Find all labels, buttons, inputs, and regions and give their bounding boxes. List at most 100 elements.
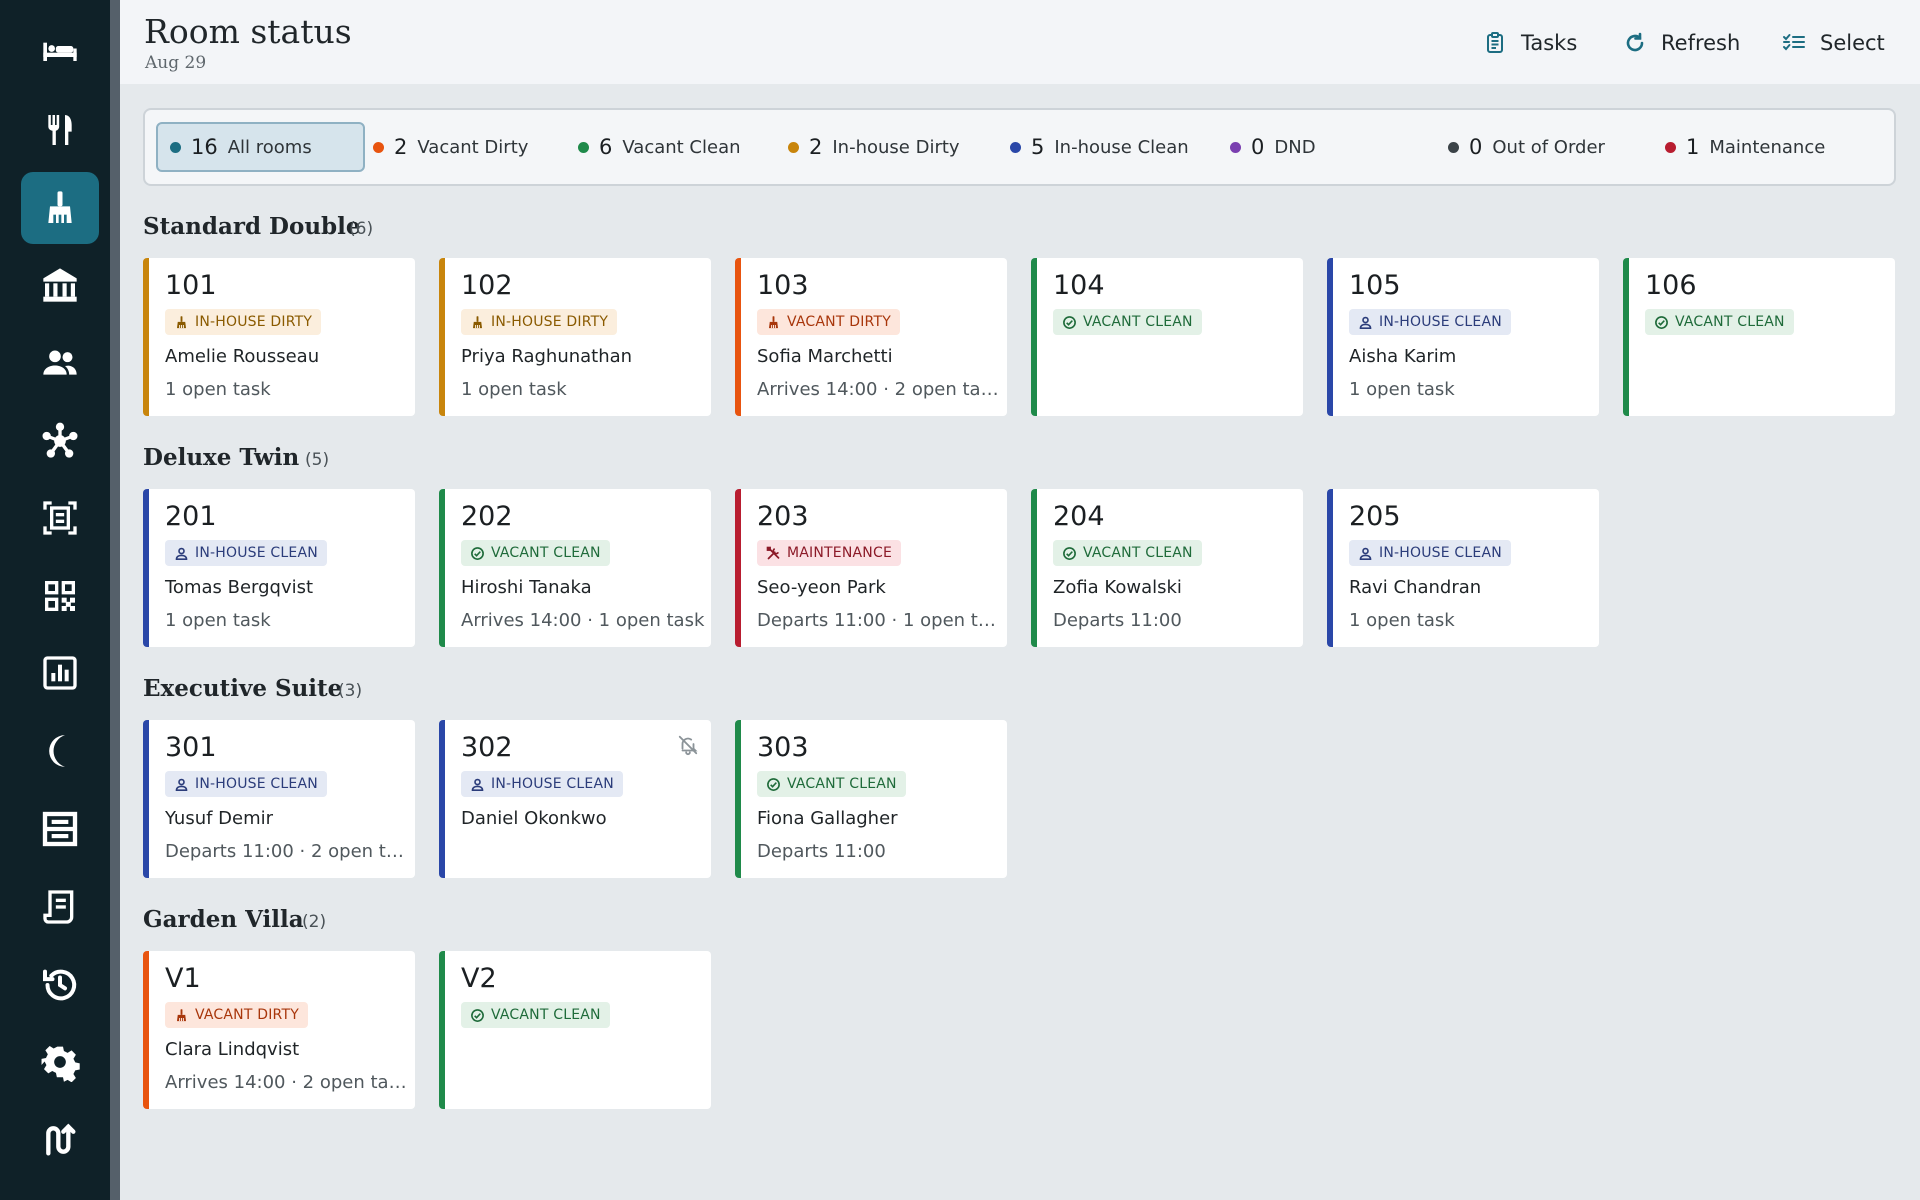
room-card[interactable]: 202 VACANT CLEAN Hiroshi Tanaka Arrives 14:… — [439, 489, 711, 647]
sidebar-nav-dining[interactable] — [21, 94, 99, 166]
filter-label: In-house Dirty — [832, 136, 960, 158]
sidebar-nav-housekeeping[interactable] — [21, 172, 99, 244]
filter-label: Maintenance — [1709, 136, 1826, 158]
status-badge-label: IN-HOUSE CLEAN — [195, 545, 318, 561]
room-number: 303 — [757, 732, 809, 763]
status-badge-label: VACANT CLEAN — [1083, 314, 1193, 330]
filter-chip-dnd[interactable]: 0 DND — [1230, 122, 1380, 172]
room-meta: Arrives 14:00 · 2 open tasks — [165, 1072, 409, 1093]
filter-count: 2 — [394, 135, 408, 159]
filter-label: All rooms — [227, 136, 312, 158]
sidebar-nav-qr-code[interactable] — [21, 560, 99, 632]
status-badge: IN-HOUSE CLEAN — [165, 771, 327, 797]
filter-chip-vacant-dirty[interactable]: 2 Vacant Dirty — [373, 122, 563, 172]
checklist-icon — [1783, 34, 1805, 51]
filter-label: Vacant Clean — [622, 136, 741, 158]
room-card[interactable]: V1 VACANT DIRTY Clara Lindqvist Arrives 14:… — [143, 951, 415, 1109]
filter-chip-in-house-dirty[interactable]: 2 In-house Dirty — [788, 122, 995, 172]
person-icon — [1358, 315, 1373, 330]
status-badge-label: IN-HOUSE CLEAN — [491, 776, 614, 792]
room-card[interactable]: 204 VACANT CLEAN Zofia Kowalski Departs 11:… — [1031, 489, 1303, 647]
bell-off-icon — [677, 734, 699, 756]
guest-name: Fiona Gallagher — [757, 808, 898, 829]
status-badge: VACANT DIRTY — [757, 309, 900, 335]
room-number: V1 — [165, 963, 201, 994]
sidebar-nav-history[interactable] — [21, 949, 99, 1021]
room-card[interactable]: 205 IN-HOUSE CLEAN Ravi Chandran 1 open tas… — [1327, 489, 1599, 647]
sidebar-nav-layout[interactable] — [21, 793, 99, 865]
sidebar-nav-scan[interactable] — [21, 482, 99, 554]
guest-name: Tomas Bergqvist — [165, 577, 314, 598]
status-badge-label: MAINTENANCE — [787, 545, 892, 561]
person-icon — [1358, 546, 1373, 561]
room-card[interactable]: 106 VACANT CLEAN — [1623, 258, 1895, 416]
sidebar-nav-guests[interactable] — [21, 327, 99, 399]
section-title: Garden Villa — [143, 906, 304, 933]
room-meta: Departs 11:00 · 1 open task — [757, 610, 1001, 631]
room-card[interactable]: V2 VACANT CLEAN — [439, 951, 711, 1109]
status-badge-label: IN-HOUSE DIRTY — [491, 314, 609, 330]
filter-label: DND — [1274, 136, 1316, 158]
page-header: Room status Aug 29 Tasks Refresh Select — [120, 0, 1920, 84]
sidebar-nav-night-audit[interactable] — [21, 715, 99, 787]
layout-icon — [40, 809, 80, 849]
room-meta: 1 open task — [461, 379, 567, 400]
filter-count: 1 — [1686, 135, 1700, 159]
filter-chip-vacant-clean[interactable]: 6 Vacant Clean — [578, 122, 773, 172]
status-badge-label: IN-HOUSE CLEAN — [1379, 545, 1502, 561]
room-card[interactable]: 101 IN-HOUSE DIRTY Amelie Rousseau 1 open t… — [143, 258, 415, 416]
room-card[interactable]: 103 VACANT DIRTY Sofia Marchetti Arrives 14… — [735, 258, 1007, 416]
check-circle-icon — [470, 546, 485, 561]
room-card[interactable]: 104 VACANT CLEAN — [1031, 258, 1303, 416]
status-badge: IN-HOUSE CLEAN — [165, 540, 327, 566]
room-number: 102 — [461, 270, 513, 301]
filter-chip-in-house-clean[interactable]: 5 In-house Clean — [1010, 122, 1215, 172]
sidebar-nav-network[interactable] — [21, 405, 99, 477]
room-card[interactable]: 302 IN-HOUSE CLEAN Daniel Okonkwo — [439, 720, 711, 878]
check-circle-icon — [766, 777, 781, 792]
room-card[interactable]: 201 IN-HOUSE CLEAN Tomas Bergqvist 1 open t… — [143, 489, 415, 647]
sidebar-nav-report[interactable] — [21, 637, 99, 709]
person-icon — [174, 777, 189, 792]
room-card[interactable]: 301 IN-HOUSE CLEAN Yusuf Demir Departs 11:0… — [143, 720, 415, 878]
guest-name: Yusuf Demir — [165, 808, 274, 829]
room-number: 103 — [757, 270, 809, 301]
room-meta: 1 open task — [165, 379, 271, 400]
status-dot-icon — [578, 141, 589, 153]
room-card[interactable]: 105 IN-HOUSE CLEAN Aisha Karim 1 open task — [1327, 258, 1599, 416]
room-card[interactable]: 303 VACANT CLEAN Fiona Gallagher Departs 11… — [735, 720, 1007, 878]
sidebar-nav-settings[interactable] — [21, 1026, 99, 1098]
sidebar-nav-property[interactable] — [21, 249, 99, 321]
room-card[interactable]: 102 IN-HOUSE DIRTY Priya Raghunathan 1 open… — [439, 258, 711, 416]
room-card[interactable]: 203 MAINTENANCE Seo-yeon Park Departs 11:00… — [735, 489, 1007, 647]
guest-name: Hiroshi Tanaka — [461, 577, 592, 598]
room-number: 101 — [165, 270, 217, 301]
network-icon — [40, 421, 80, 461]
status-badge: IN-HOUSE CLEAN — [461, 771, 623, 797]
section-count: (6) — [349, 219, 374, 239]
status-dot-icon — [1448, 141, 1459, 153]
refresh-button[interactable]: Refresh — [1623, 26, 1740, 60]
check-circle-icon — [470, 1008, 485, 1023]
filter-chip-out-of-order[interactable]: 0 Out of Order — [1448, 122, 1648, 172]
scan-icon — [40, 498, 80, 538]
sidebar-nav-integrations[interactable] — [21, 1104, 99, 1176]
status-dot-icon — [788, 141, 799, 153]
guest-name: Clara Lindqvist — [165, 1039, 300, 1060]
report-icon — [40, 653, 80, 693]
tasks-label: Tasks — [1521, 31, 1578, 55]
filter-chip-maintenance[interactable]: 1 Maintenance — [1665, 122, 1865, 172]
sidebar-nav-receipt[interactable] — [21, 871, 99, 943]
room-meta: 1 open task — [1349, 379, 1455, 400]
property-icon — [40, 265, 80, 305]
sidebar-nav-bed[interactable] — [21, 15, 99, 87]
status-badge-label: IN-HOUSE DIRTY — [195, 314, 313, 330]
status-badge-label: VACANT CLEAN — [1675, 314, 1785, 330]
section-count: (5) — [305, 450, 330, 470]
status-badge: VACANT CLEAN — [1053, 540, 1202, 566]
select-button[interactable]: Select — [1782, 26, 1885, 60]
filter-chip-all-rooms[interactable]: 16 All rooms — [156, 122, 365, 172]
status-dot-icon — [1230, 141, 1241, 153]
tasks-button[interactable]: Tasks — [1483, 26, 1577, 60]
room-meta: 1 open task — [165, 610, 271, 631]
